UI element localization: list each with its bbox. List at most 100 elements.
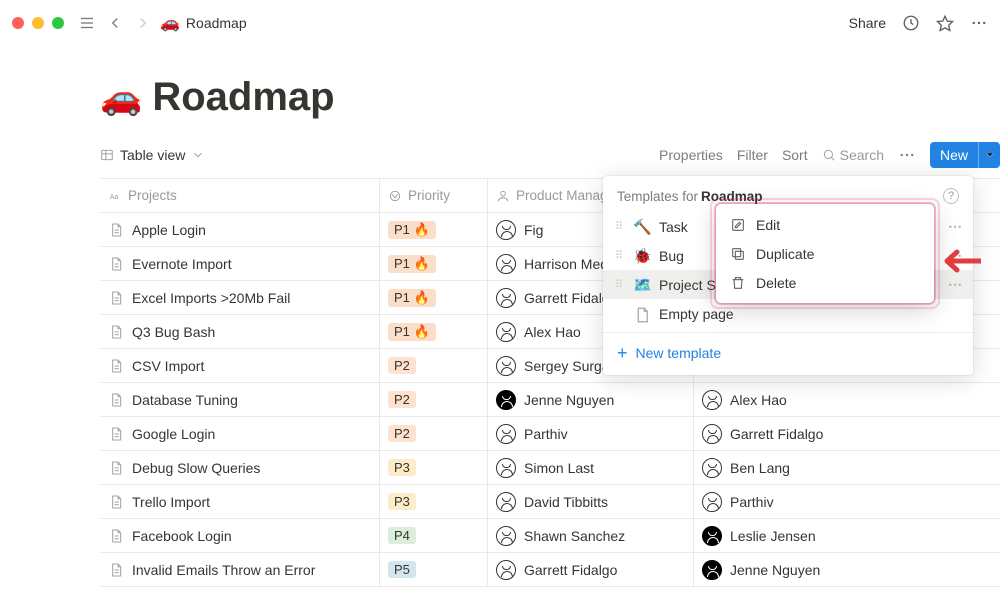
view-toolbar: Table view Properties Filter Sort Search… [100,142,1000,168]
cell-priority[interactable]: P1 🔥 [380,281,488,314]
avatar [496,526,516,546]
cell-eng[interactable]: Alex Hao [694,383,1000,416]
page-icon [108,460,124,476]
menu-delete[interactable]: Delete [716,268,934,297]
topbar-nav [78,14,152,32]
drag-handle-icon[interactable]: ⠿ [611,278,625,291]
search-button[interactable]: Search [822,147,884,163]
avatar [702,526,722,546]
avatar [496,424,516,444]
priority-badge: P1 🔥 [388,221,436,239]
item-more-icon[interactable]: ⋯ [948,218,963,235]
priority-badge: P1 🔥 [388,289,436,307]
cell-project[interactable]: CSV Import [100,349,380,382]
maximize-window-button[interactable] [52,17,64,29]
view-more-icon[interactable] [898,146,916,164]
table-row[interactable]: Google LoginP2ParthivGarrett Fidalgo [100,417,1000,451]
more-icon[interactable] [970,14,988,32]
cell-priority[interactable]: P3 [380,451,488,484]
new-button-chevron[interactable] [978,142,1000,168]
avatar [496,288,516,308]
sort-button[interactable]: Sort [782,147,808,163]
item-more-icon[interactable]: ⋯ [948,276,963,293]
view-selector[interactable]: Table view [100,147,205,163]
table-row[interactable]: Trello ImportP3David TibbittsParthiv [100,485,1000,519]
cell-pm[interactable]: Shawn Sanchez [488,519,694,552]
table-row[interactable]: Facebook Login P4 Shawn SanchezLeslie Jens… [100,519,1000,553]
col-projects[interactable]: Aa Projects [100,179,380,212]
avatar [496,322,516,342]
new-template-button[interactable]: + New template [603,337,973,369]
page-title[interactable]: 🚗 Roadmap [100,75,1000,120]
cell-project[interactable]: Trello Import [100,485,380,518]
drag-handle-icon[interactable]: ⠿ [611,249,625,262]
table-row[interactable]: Database Tuning P2 Jenne NguyenAlex Hao [100,383,1000,417]
cell-pm[interactable]: Parthiv [488,417,694,450]
cell-priority[interactable]: P1 🔥 [380,213,488,246]
title-prop-icon: Aa [108,189,122,203]
template-empty-page[interactable]: Empty page [603,299,973,328]
cell-priority[interactable]: P2 [380,349,488,382]
cell-pm[interactable]: Garrett Fidalgo [488,553,694,586]
menu-edit[interactable]: Edit [716,210,934,239]
trash-icon [730,275,746,291]
avatar [496,492,516,512]
page-icon [108,562,124,578]
template-context-menu: Edit Duplicate Delete [716,204,934,303]
avatar [496,254,516,274]
cell-project[interactable]: Debug Slow Queries [100,451,380,484]
chevron-down-icon [191,148,205,162]
cell-pm[interactable]: David Tibbitts [488,485,694,518]
cell-pm[interactable]: Jenne Nguyen [488,383,694,416]
cell-project[interactable]: Facebook Login [100,519,380,552]
cell-project[interactable]: Apple Login [100,213,380,246]
drag-handle-icon[interactable]: ⠿ [611,220,625,233]
menu-duplicate[interactable]: Duplicate [716,239,934,268]
cell-priority[interactable]: P2 [380,417,488,450]
cell-project[interactable]: Database Tuning [100,383,380,416]
col-priority[interactable]: Priority [380,179,488,212]
priority-badge: P4 [388,527,416,544]
cell-project[interactable]: Evernote Import [100,247,380,280]
page-icon [108,494,124,510]
minimize-window-button[interactable] [32,17,44,29]
cell-priority[interactable]: P1 🔥 [380,315,488,348]
table-row[interactable]: Debug Slow QueriesP3Simon LastBen Lang [100,451,1000,485]
cell-eng[interactable]: Jenne Nguyen [694,553,1000,586]
filter-button[interactable]: Filter [737,147,768,163]
updates-icon[interactable] [902,14,920,32]
back-button[interactable] [106,14,124,32]
close-window-button[interactable] [12,17,24,29]
cell-priority[interactable]: P4 [380,519,488,552]
favorite-icon[interactable] [936,14,954,32]
properties-button[interactable]: Properties [659,147,723,163]
cell-priority[interactable]: P3 [380,485,488,518]
cell-eng[interactable]: Garrett Fidalgo [694,417,1000,450]
cell-priority[interactable]: P1 🔥 [380,247,488,280]
person-prop-icon [496,189,510,203]
cell-eng[interactable]: Leslie Jensen [694,519,1000,552]
cell-project[interactable]: Invalid Emails Throw an Error [100,553,380,586]
cell-project[interactable]: Q3 Bug Bash [100,315,380,348]
cell-priority[interactable]: P5 [380,553,488,586]
table-row[interactable]: Invalid Emails Throw an ErrorP5Garrett F… [100,553,1000,587]
cell-project[interactable]: Excel Imports >20Mb Fail [100,281,380,314]
cell-project[interactable]: Google Login [100,417,380,450]
breadcrumb[interactable]: 🚗 Roadmap [160,13,247,33]
cell-pm[interactable]: Simon Last [488,451,694,484]
avatar [702,424,722,444]
priority-badge: P2 [388,391,416,408]
search-label: Search [840,147,884,163]
new-button[interactable]: New [930,142,1000,168]
cell-eng[interactable]: Parthiv [694,485,1000,518]
svg-text:Aa: Aa [110,193,119,200]
plus-icon: + [617,344,628,362]
forward-button[interactable] [134,14,152,32]
page-icon [633,306,651,322]
page-emoji[interactable]: 🚗 [100,78,142,118]
help-icon[interactable]: ? [943,188,959,204]
cell-priority[interactable]: P2 [380,383,488,416]
share-button[interactable]: Share [849,15,886,31]
sidebar-toggle-icon[interactable] [78,14,96,32]
cell-eng[interactable]: Ben Lang [694,451,1000,484]
